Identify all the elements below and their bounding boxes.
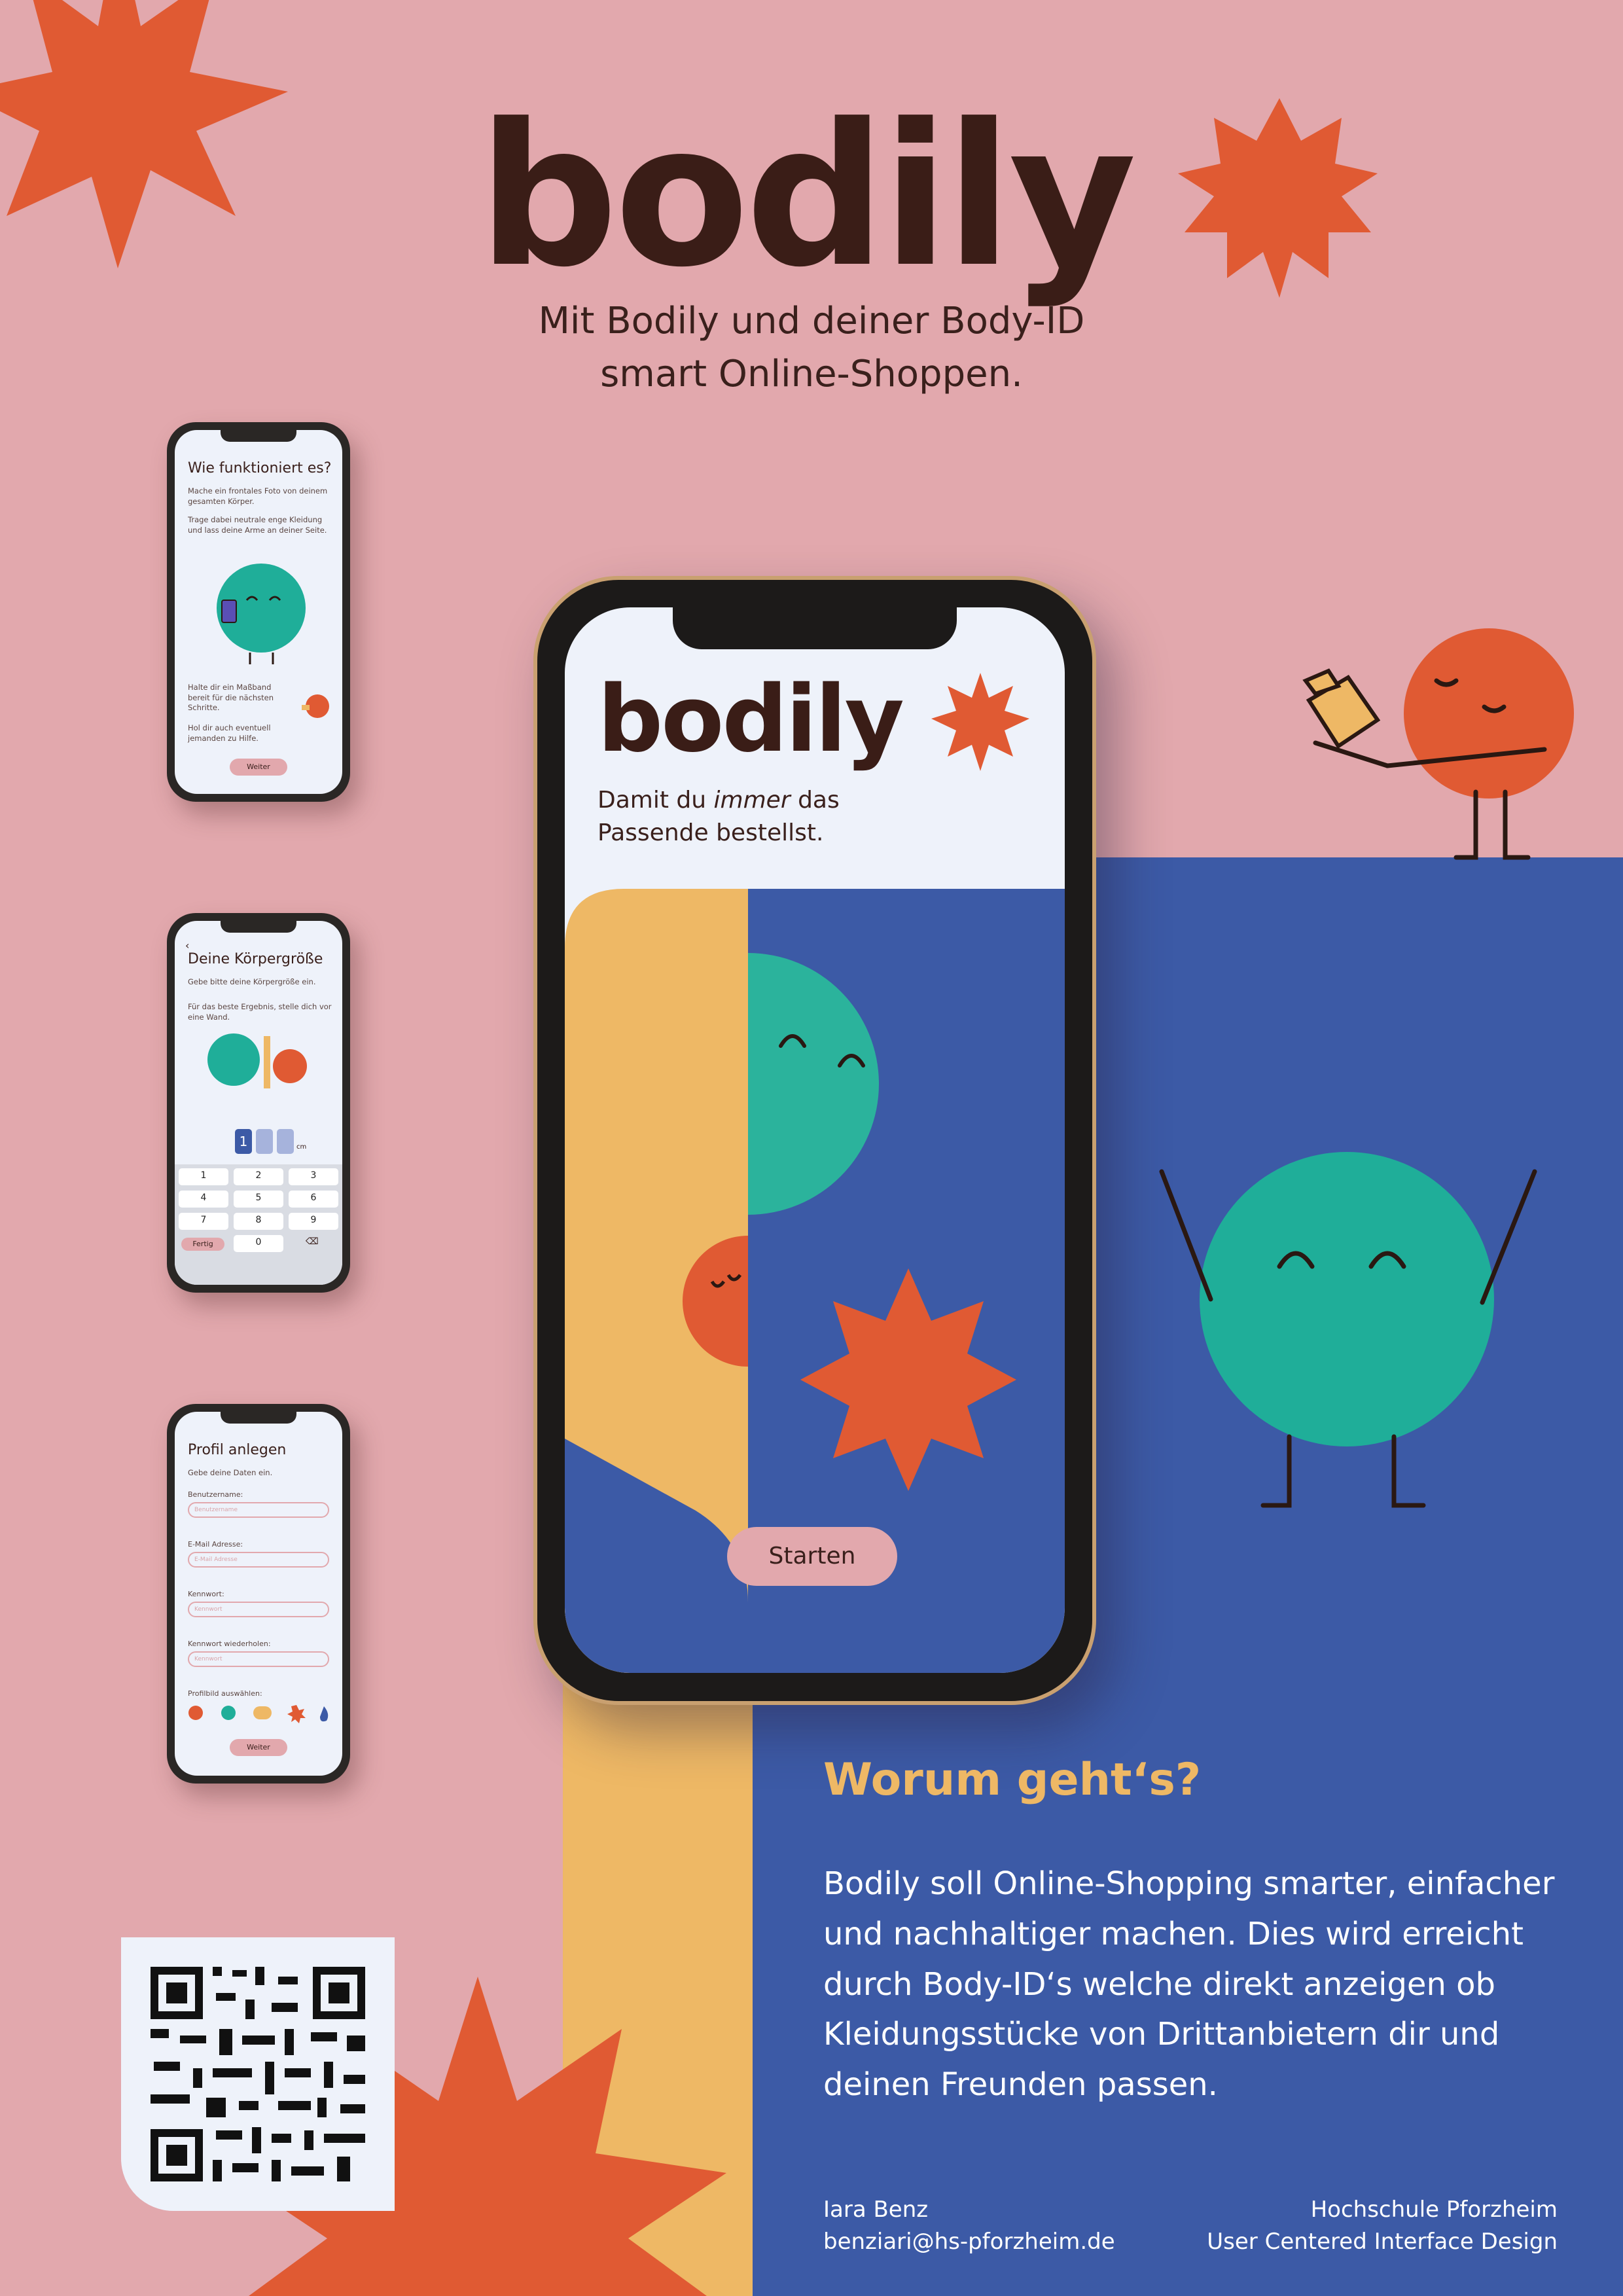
screen-title: Wie funktioniert es?: [188, 460, 332, 476]
phone-body-height: ‹ Deine Körpergröße Gebe bitte deine Kör…: [167, 913, 350, 1293]
phone-notch: [221, 1412, 296, 1424]
email-label: E-Mail Adresse:: [188, 1540, 243, 1549]
key-3[interactable]: 3: [289, 1168, 338, 1185]
character-photo-illustration: [217, 564, 306, 664]
next-button[interactable]: Weiter: [230, 759, 287, 776]
measuring-tape-icon: [1302, 668, 1381, 749]
phone-how-it-works: Wie funktioniert es? Mache ein frontales…: [167, 422, 350, 802]
character-cheering: [1159, 1152, 1537, 1508]
subtitle-emphasis: immer: [713, 787, 791, 814]
instruction-text: Gebe deine Daten ein.: [188, 1468, 273, 1477]
done-button[interactable]: Fertig: [181, 1238, 224, 1251]
height-digit-field[interactable]: [277, 1129, 294, 1154]
tagline-line-1: Mit Bodily und deiner Body-ID: [538, 300, 1085, 342]
password-repeat-input[interactable]: Kennwort: [188, 1651, 329, 1667]
avatar-option-star: [287, 1705, 306, 1723]
phone-screen: bodily Damit du immer das Passende beste…: [565, 607, 1065, 1673]
author-email[interactable]: benziari@hs-pforzheim.de: [823, 2226, 1115, 2258]
key-2[interactable]: 2: [234, 1168, 283, 1185]
phone-notch: [221, 921, 296, 933]
subtitle-part: Damit du: [597, 787, 714, 814]
qr-code-pattern: [151, 1967, 365, 2181]
section-body: Bodily soll Online-Shopping smarter, ein…: [823, 1865, 1555, 2104]
avatar-option-drop: [320, 1706, 329, 1722]
characters-measuring-illustration: [207, 1033, 307, 1088]
starburst-icon: [931, 673, 1029, 771]
instruction-text: Trage dabei neutrale enge Kleidung und l…: [188, 515, 327, 535]
app-logo: bodily: [597, 666, 904, 773]
back-chevron-icon[interactable]: ‹: [185, 939, 189, 952]
key-8[interactable]: 8: [234, 1213, 283, 1230]
course-name: User Centered Interface Design: [1207, 2229, 1558, 2255]
subtitle-line-2: Passende bestellst.: [597, 819, 824, 847]
phone-notch: [221, 430, 296, 442]
key-9[interactable]: 9: [289, 1213, 338, 1230]
instruction-text: Hol dir auch eventuell jemanden zu Hilfe…: [188, 723, 271, 743]
author-info: Iara Benz benziari@hs-pforzheim.de: [823, 2194, 1115, 2259]
delete-key-icon[interactable]: ⌫: [306, 1236, 319, 1247]
institution-info: Hochschule Pforzheim User Centered Inter…: [1207, 2194, 1558, 2259]
next-button[interactable]: Weiter: [230, 1739, 287, 1756]
tagline: Mit Bodily und deiner Body-ID smart Onli…: [419, 295, 1204, 401]
subtitle-part: das: [790, 787, 840, 814]
avatar-option-teal: [221, 1706, 236, 1720]
username-label: Benutzername:: [188, 1490, 243, 1499]
email-input[interactable]: E-Mail Adresse: [188, 1552, 329, 1568]
app-subtitle: Damit du immer das Passende bestellst.: [597, 784, 840, 850]
key-5[interactable]: 5: [234, 1191, 283, 1208]
starburst-logo: [1178, 98, 1378, 298]
key-0[interactable]: 0: [234, 1235, 283, 1252]
starburst-top-left: [0, 0, 288, 268]
instruction-text: Mache ein frontales Foto von deinem gesa…: [188, 486, 328, 506]
screen-title: Deine Körpergröße: [188, 951, 323, 967]
character-thumbs-up: [1313, 628, 1574, 860]
key-1[interactable]: 1: [179, 1168, 228, 1185]
phone-screen: ‹ Deine Körpergröße Gebe bitte deine Kör…: [175, 921, 342, 1285]
height-digit-field[interactable]: [256, 1129, 273, 1154]
password-input[interactable]: Kennwort: [188, 1602, 329, 1617]
phone-main-start: bodily Damit du immer das Passende beste…: [533, 576, 1096, 1705]
qr-code[interactable]: [121, 1937, 395, 2211]
avatar-label: Profilbild auswählen:: [188, 1689, 262, 1698]
instruction-text: Halte dir ein Maßband bereit für die näc…: [188, 683, 274, 713]
author-name: Iara Benz: [823, 2197, 929, 2223]
phone-screen: Profil anlegen Gebe deine Daten ein. Ben…: [175, 1412, 342, 1776]
unit-label: cm: [296, 1143, 307, 1151]
phone-create-profile: Profil anlegen Gebe deine Daten ein. Ben…: [167, 1404, 350, 1784]
avatar-option-orange: [188, 1706, 203, 1720]
numeric-keypad: 1 2 3 4 5 6 7 8 9 Fertig 0 ⌫: [175, 1164, 342, 1285]
phone-notch: [673, 607, 957, 649]
start-button[interactable]: Starten: [727, 1527, 897, 1586]
avatar-option-yellow: [253, 1706, 272, 1719]
key-7[interactable]: 7: [179, 1213, 228, 1230]
screen-title: Profil anlegen: [188, 1442, 287, 1458]
instruction-text: Für das beste Ergebnis, stelle dich vor …: [188, 1002, 332, 1022]
section-heading: Worum geht‘s?: [823, 1754, 1202, 1806]
character-small-orange: [302, 694, 329, 718]
tagline-line-2: smart Online-Shoppen.: [600, 353, 1023, 396]
phone-screen: Wie funktioniert es? Mache ein frontales…: [175, 430, 342, 794]
brand-logo: bodily: [478, 82, 1137, 310]
instruction-text: Gebe bitte deine Körpergröße ein.: [188, 977, 316, 986]
username-input[interactable]: Benutzername: [188, 1502, 329, 1518]
school-name: Hochschule Pforzheim: [1310, 2197, 1558, 2223]
height-digit-field[interactable]: 1: [235, 1129, 252, 1154]
key-6[interactable]: 6: [289, 1191, 338, 1208]
password-label: Kennwort:: [188, 1590, 224, 1598]
avatar-options[interactable]: [188, 1704, 332, 1723]
password-repeat-label: Kennwort wiederholen:: [188, 1640, 271, 1648]
key-4[interactable]: 4: [179, 1191, 228, 1208]
